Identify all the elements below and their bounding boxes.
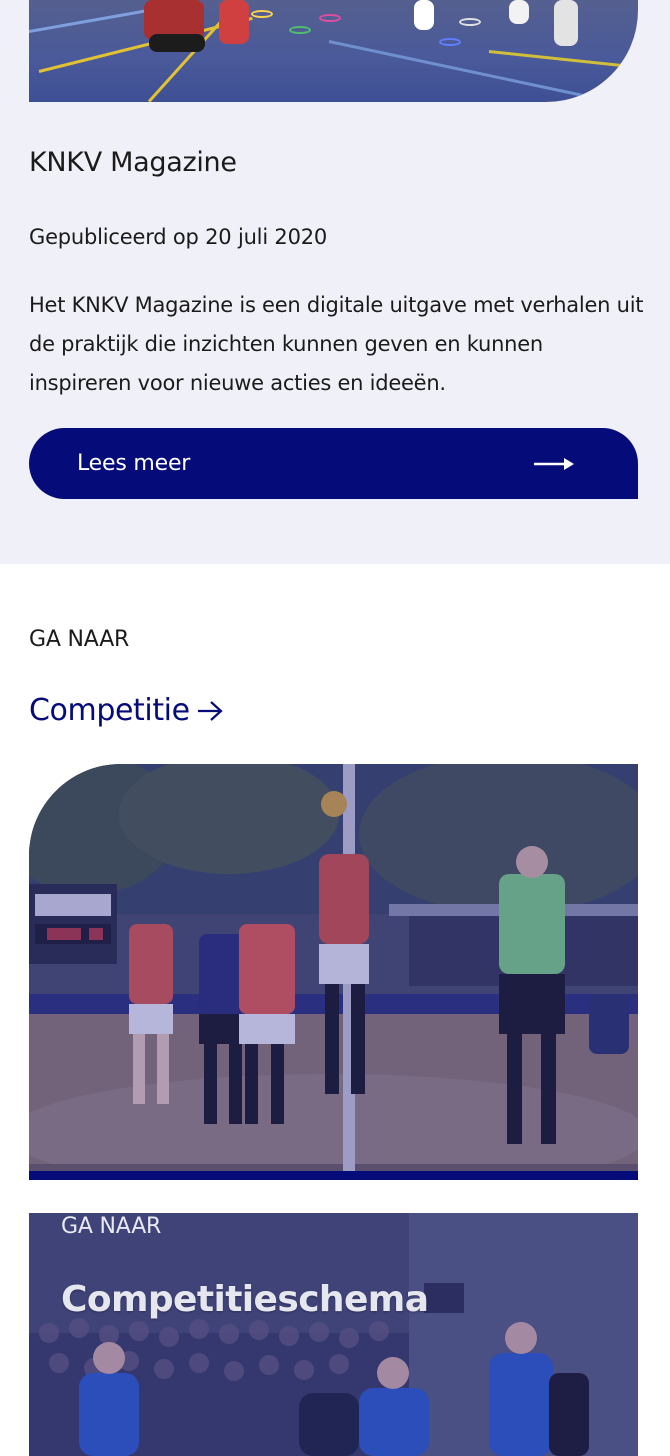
court-line bbox=[328, 40, 623, 102]
photo-tint-overlay bbox=[29, 764, 638, 1180]
card-title[interactable]: Competitieschema bbox=[61, 1279, 429, 1320]
competition-photo-card[interactable] bbox=[29, 764, 638, 1180]
article-date: Gepubliceerd op 20 juli 2020 bbox=[29, 225, 328, 249]
card-accent-bar bbox=[29, 1171, 638, 1180]
player-figure bbox=[149, 34, 205, 52]
article-summary: Het KNKV Magazine is een digitale uitgav… bbox=[29, 293, 644, 395]
floor-ring bbox=[289, 26, 311, 34]
card-goto-label: GA NAAR bbox=[61, 1214, 162, 1239]
article-title: KNKV Magazine bbox=[29, 147, 237, 178]
arrow-right-icon bbox=[197, 700, 223, 721]
court-line bbox=[488, 50, 638, 71]
goto-label: GA NAAR bbox=[29, 627, 130, 652]
arrow-right-icon bbox=[534, 457, 574, 470]
floor-ring bbox=[251, 10, 273, 18]
read-more-label: Lees meer bbox=[77, 451, 191, 476]
floor-ring bbox=[319, 14, 341, 22]
photo-tint-overlay bbox=[29, 1213, 638, 1456]
read-more-button[interactable]: Lees meer bbox=[29, 428, 638, 499]
court-line bbox=[29, 9, 148, 33]
news-section: KNKV Magazine Gepubliceerd op 20 juli 20… bbox=[0, 0, 670, 564]
competition-schedule-card[interactable]: GA NAAR Competitieschema bbox=[29, 1213, 638, 1456]
child-figure bbox=[414, 0, 434, 30]
korf-pole bbox=[554, 0, 578, 46]
child-figure bbox=[219, 0, 249, 44]
child-figure bbox=[509, 0, 529, 24]
competition-link[interactable]: Competitie bbox=[29, 693, 224, 728]
article-hero-image bbox=[29, 0, 638, 102]
floor-ring bbox=[459, 18, 481, 26]
floor-ring bbox=[439, 38, 461, 46]
competition-link-label: Competitie bbox=[29, 693, 190, 728]
